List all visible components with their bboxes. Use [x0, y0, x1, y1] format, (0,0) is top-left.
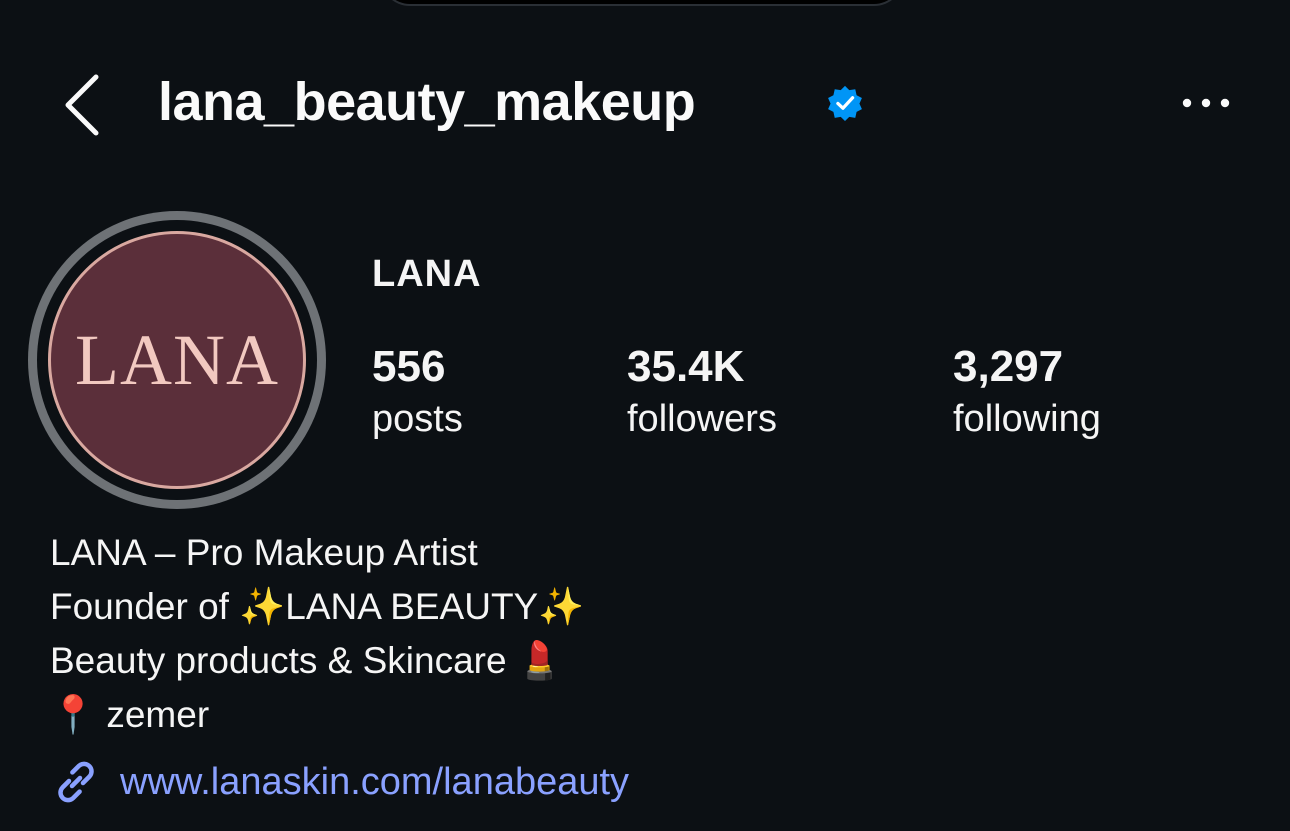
verified-badge-icon	[828, 85, 862, 122]
more-horizontal-icon	[1182, 98, 1230, 108]
profile-avatar[interactable]: LANA	[28, 211, 326, 509]
followers-count-value: 35.4K	[627, 342, 745, 391]
bio-line: 📍 zemer	[50, 694, 210, 735]
posts-count-label: posts	[372, 398, 463, 440]
followers-count[interactable]: 35.4K followers	[627, 340, 777, 444]
profile-header: lana_beauty_makeup	[0, 55, 1290, 150]
posts-count-value: 556	[372, 342, 446, 391]
profile-username: lana_beauty_makeup	[158, 72, 696, 132]
back-button[interactable]	[58, 73, 108, 137]
avatar-image: LANA	[48, 231, 306, 489]
link-icon	[58, 761, 94, 803]
bio-line: LANA – Pro Makeup Artist	[50, 532, 478, 573]
bio-line: Beauty products & Skincare 💄	[50, 640, 563, 681]
followers-count-label: followers	[627, 398, 777, 440]
chevron-left-icon	[65, 74, 99, 136]
following-count-label: following	[953, 398, 1101, 440]
more-options-button[interactable]	[1176, 85, 1236, 121]
bio-link[interactable]: www.lanaskin.com/lanabeauty	[50, 752, 629, 812]
profile-bio: LANA – Pro Makeup Artist Founder of ✨LAN…	[50, 526, 584, 742]
profile-display-name: LANA	[372, 253, 482, 295]
device-notch	[380, 0, 904, 6]
following-count-value: 3,297	[953, 342, 1064, 391]
bio-link-text: www.lanaskin.com/lanabeauty	[120, 760, 630, 803]
bio-line: Founder of ✨LANA BEAUTY✨	[50, 586, 585, 627]
posts-count[interactable]: 556 posts	[372, 340, 463, 444]
following-count[interactable]: 3,297 following	[953, 340, 1101, 444]
avatar-logo-text: LANA	[75, 319, 279, 400]
